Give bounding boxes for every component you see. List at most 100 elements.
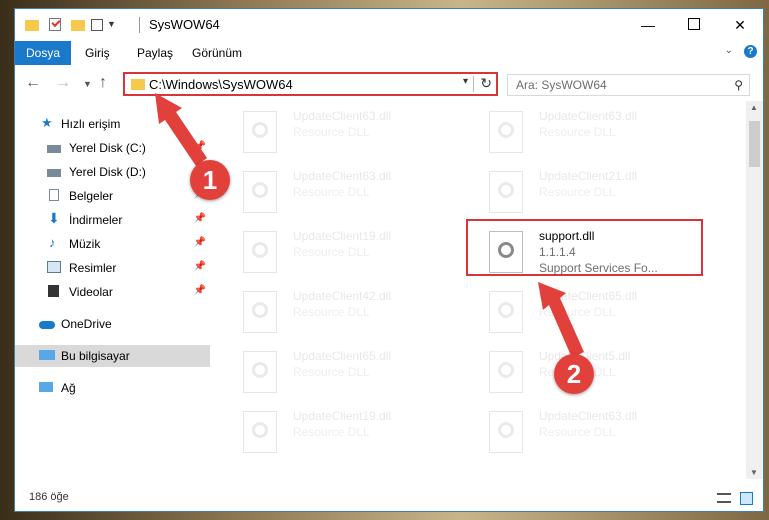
sidebar-item-this-pc[interactable]: Bu bilgisayar [15,345,210,367]
list-item[interactable]: UpdateClient63.dll Resource DLL [235,165,465,221]
pictures-icon [47,261,61,273]
sidebar-item-pictures[interactable]: Resimler 📌 [15,257,210,279]
dll-file-icon [243,291,277,333]
file-name: UpdateClient19.dll [293,229,392,243]
expand-ribbon-icon[interactable]: ⌄ [725,45,733,56]
list-item[interactable]: UpdateClient65.dll Resource DLL [481,285,711,341]
sidebar-item-label: İndirmeler [69,213,123,227]
address-dropdown-icon[interactable]: ▾ [463,76,468,87]
sidebar-item-label: Videolar [69,285,113,299]
documents-icon [49,189,59,201]
dll-file-icon [489,411,523,453]
title-bar: ▼ SysWOW64 — ✕ [15,9,763,41]
list-item[interactable]: UpdateClient42.dll Resource DLL [235,285,465,341]
properties-check-icon[interactable] [49,18,61,31]
large-icons-view-icon[interactable] [740,492,753,505]
file-type: Resource DLL [293,305,370,319]
file-name: UpdateClient63.dll [293,109,392,123]
up-button[interactable]: ↑ [99,74,107,92]
list-item[interactable]: UpdateClient19.dll Resource DLL [235,225,465,281]
sidebar-item-label: Yerel Disk (D:) [69,165,146,179]
dll-file-icon [243,411,277,453]
pin-icon[interactable]: 📌 [194,141,206,152]
dll-file-icon [243,171,277,213]
list-item[interactable]: UpdateClient19.dll Resource DLL [235,405,465,461]
file-name: UpdateClient65.dll [293,349,392,363]
list-item[interactable]: UpdateClient21.dll Resource DLL [481,165,711,221]
vertical-scrollbar[interactable]: ▲ ▼ [746,101,763,479]
file-type: Resource DLL [293,245,370,259]
star-icon: ★ [41,115,53,130]
help-icon[interactable]: ? [744,45,757,58]
address-path[interactable]: C:\Windows\SysWOW64 [149,77,293,92]
file-type: Resource DLL [293,125,370,139]
title-separator [139,17,140,33]
sidebar-item-quick-access[interactable]: ★ Hızlı erişim [15,113,210,135]
music-note-icon: ♪ [49,235,56,250]
back-button[interactable]: ← [25,74,41,92]
scroll-thumb[interactable] [749,121,760,167]
sidebar-item-disk-c[interactable]: Yerel Disk (C:) 📌 [15,137,210,159]
sidebar-item-label: Müzik [69,237,101,251]
network-icon [39,382,53,392]
sidebar-item-downloads[interactable]: ⬇ İndirmeler 📌 [15,209,210,231]
dll-file-icon [243,111,277,153]
list-item[interactable]: UpdateClient65.dll Resource DLL [235,345,465,401]
pin-icon[interactable]: 📌 [194,237,206,248]
file-type: Resource DLL [293,185,370,199]
recent-locations-button[interactable]: ▼ [83,79,92,89]
file-name: UpdateClient19.dll [293,409,392,423]
forward-button[interactable]: → [55,74,71,92]
list-item[interactable]: UpdateClient63.dll Resource DLL [481,405,711,461]
close-button[interactable]: ✕ [717,9,763,41]
scroll-up-icon[interactable]: ▲ [750,103,758,112]
folder-icon [25,20,39,31]
tab-paylas[interactable]: Paylaş [137,41,173,65]
pin-icon[interactable]: 📌 [194,261,206,272]
dll-file-icon [489,351,523,393]
search-placeholder: Ara: SysWOW64 [516,78,607,92]
file-name: UpdateClient21.dll [539,169,638,183]
sidebar-item-disk-d[interactable]: Yerel Disk (D:) [15,161,210,183]
file-type: Resource DLL [293,365,370,379]
sidebar-item-onedrive[interactable]: OneDrive [15,313,210,335]
file-type: Resource DLL [539,305,616,319]
list-item[interactable]: UpdateClient63.dll Resource DLL [235,105,465,161]
sidebar-item-network[interactable]: Ağ [15,377,210,399]
refresh-icon[interactable]: ↻ [480,75,492,92]
sidebar-item-label: Resimler [69,261,117,275]
tab-giris[interactable]: Giriş [85,41,110,65]
search-input[interactable]: Ara: SysWOW64 ⚲ [507,74,750,96]
ribbon-tabs: Dosya Giriş Paylaş Görünüm ⌄ ? [15,41,763,66]
maximize-button[interactable] [671,9,717,41]
file-type: Resource DLL [539,425,616,439]
dll-file-icon [243,351,277,393]
sidebar-item-label: Hızlı erişim [61,117,121,131]
file-type: Resource DLL [539,185,616,199]
item-count: 186 öğe [29,491,69,503]
tab-gorunum[interactable]: Görünüm [192,41,242,65]
window-title: SysWOW64 [149,17,220,32]
status-bar: 186 öğe [15,483,763,511]
address-bar[interactable]: C:\Windows\SysWOW64 ▾ ↻ [123,72,498,96]
address-separator [473,76,474,92]
new-folder-icon[interactable] [71,20,85,31]
computer-icon [39,350,55,360]
list-item[interactable]: UpdateClient5.dll Resource DLL [481,345,711,401]
sidebar-item-label: Yerel Disk (C:) [69,141,146,155]
scroll-down-icon[interactable]: ▼ [750,468,758,477]
file-type: Resource DLL [293,425,370,439]
chevron-down-icon[interactable]: ▼ [107,19,116,35]
list-item[interactable]: UpdateClient63.dll Resource DLL [481,105,711,161]
sidebar-item-music[interactable]: ♪ Müzik 📌 [15,233,210,255]
pin-icon[interactable]: 📌 [194,213,206,224]
customize-toolbar-icon[interactable] [91,19,103,31]
step-badge-2: 2 [554,354,594,394]
pin-icon[interactable]: 📌 [194,285,206,296]
sidebar-item-videos[interactable]: Videolar 📌 [15,281,210,303]
file-type: Resource DLL [539,125,616,139]
details-view-icon[interactable] [717,493,731,503]
sidebar-item-documents[interactable]: Belgeler 📌 [15,185,210,207]
tab-dosya[interactable]: Dosya [15,41,71,65]
minimize-button[interactable]: — [625,9,671,41]
